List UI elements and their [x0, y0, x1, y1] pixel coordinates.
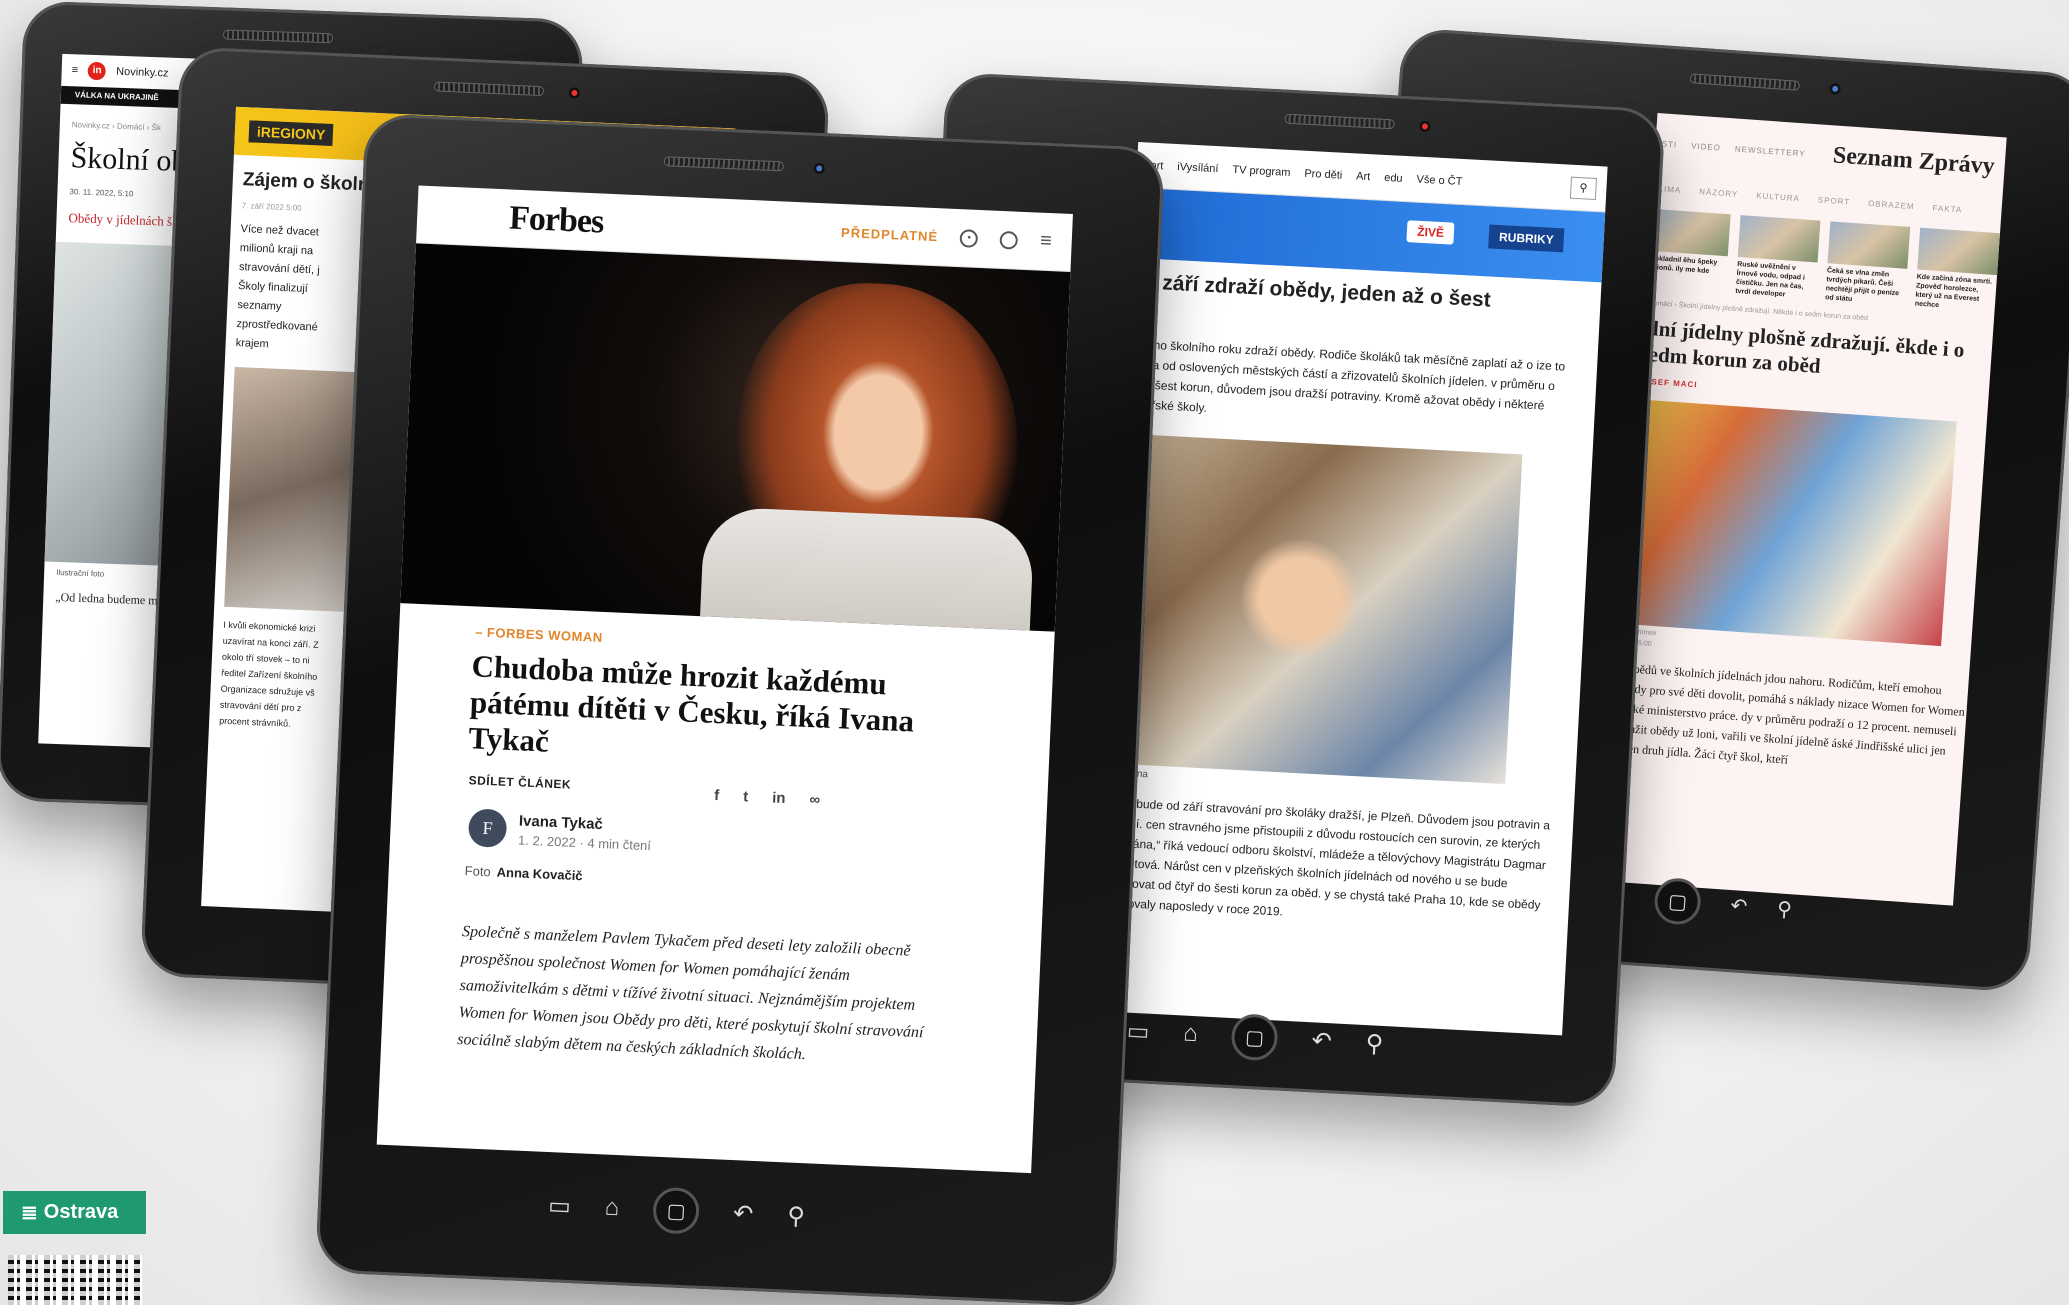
article-lead: nového školního roku zdraží obědy. Rodič… — [1124, 336, 1566, 415]
user-icon[interactable]: • — [959, 228, 979, 248]
forbes-screen: Forbes PŘEDPLATNÉ • ≡ – FORBES WOMAN Chu… — [376, 185, 1073, 1174]
tablet-nav-bar: ▭ ⌂ ▢ ↶ ⚲ — [547, 1182, 806, 1239]
article-body: y obědů ve školních jídelnách jdou nahor… — [1612, 660, 1966, 767]
search-icon[interactable] — [999, 230, 1019, 250]
live-button[interactable]: ŽIVĚ — [1406, 220, 1455, 245]
camera-lens — [1419, 120, 1431, 133]
portrait-jacket — [700, 506, 1035, 631]
share-buttons: f t in ∞ — [714, 787, 821, 809]
section-kicker[interactable]: – FORBES WOMAN — [475, 624, 603, 645]
related-article[interactable]: Čeká se vlna změn tvrdých pikarů. Češi n… — [1824, 221, 1911, 307]
share-label: SDÍLET ČLÁNEK — [468, 773, 572, 792]
related-title: vyskladnil ěhu špeky milionů. ily me kde — [1646, 254, 1718, 276]
list-icon: ≣ — [21, 1202, 38, 1224]
back-icon[interactable]: ↶ — [1730, 893, 1748, 919]
linkedin-icon[interactable]: in — [772, 789, 786, 807]
related-title: Kde začíná zóna smrti. Zpověď horolezce,… — [1914, 273, 1993, 310]
category-link[interactable]: SPORT — [1818, 195, 1851, 206]
tablet-forbes: Forbes PŘEDPLATNÉ • ≡ – FORBES WOMAN Chu… — [315, 113, 1165, 1305]
search-icon[interactable]: ⚲ — [1365, 1029, 1384, 1059]
nav-link[interactable]: edu — [1384, 171, 1403, 184]
subscribe-link[interactable]: PŘEDPLATNÉ — [841, 225, 939, 244]
nav-link[interactable]: Vše o ČT — [1416, 173, 1462, 187]
home-button[interactable]: ▢ — [652, 1186, 701, 1235]
article-body: t, kde bude od září stravování pro školá… — [1098, 795, 1551, 919]
related-title: Ruské uvěžnění v Írnově vodu, odpad i či… — [1735, 260, 1806, 299]
seznam-screen: ASTI VIDEO NEWSLETTERY Seznam Zprávy KLI… — [1603, 113, 2007, 906]
ct24-screen: Sport iVysílání TV program Pro děti Art … — [1092, 141, 1608, 1036]
avatar[interactable]: F — [467, 808, 508, 848]
back-icon[interactable]: ↶ — [733, 1199, 754, 1229]
thumbnail — [1647, 208, 1731, 257]
search-icon[interactable]: ⚲ — [1776, 896, 1792, 922]
nav-link[interactable]: NEWSLETTERY — [1735, 144, 1806, 158]
ostrava-badge[interactable]: ≣ Ostrava — [3, 1191, 146, 1234]
nav-link[interactable]: Art — [1356, 170, 1371, 183]
window-icon[interactable]: ▭ — [548, 1191, 572, 1221]
menu-icon[interactable]: ≡ — [1040, 230, 1053, 253]
home-icon[interactable]: ⌂ — [604, 1194, 620, 1223]
article-photo — [1105, 433, 1523, 785]
related-article[interactable]: Ruské uvěžnění v Írnově vodu, odpad i či… — [1735, 215, 1821, 301]
article-body: I kvůli ekonomické krizi uzavírat na kon… — [218, 619, 319, 729]
hero-photo — [400, 243, 1071, 632]
article-lead: Společně s manželem Pavlem Tykačem před … — [456, 923, 924, 1064]
qr-code[interactable] — [8, 1255, 142, 1305]
speaker-grille — [1284, 113, 1395, 130]
article-date: 1. 2. 2022 · 4 min čtení — [517, 832, 652, 854]
window-icon[interactable]: ▭ — [1126, 1016, 1150, 1046]
photographer: Anna Kovačič — [496, 864, 583, 884]
category-link[interactable]: FAKTA — [1932, 203, 1962, 214]
author-name[interactable]: Ivana Tykač — [519, 812, 604, 833]
photo-scene: ≡ in Novinky.cz VÁLKA NA UKRAJINĚ Novink… — [0, 0, 2069, 1305]
iregiony-logo[interactable]: iREGIONY — [248, 120, 334, 147]
article-photo — [224, 366, 355, 612]
nav-link[interactable]: iVysílání — [1177, 161, 1219, 175]
category-link[interactable]: OBRAZEM — [1868, 198, 1915, 210]
facebook-icon[interactable]: f — [714, 787, 720, 804]
thumbnail — [1737, 215, 1821, 263]
article-photo — [1621, 399, 1957, 647]
nav-link[interactable]: TV program — [1232, 163, 1291, 178]
nav-link[interactable]: Pro děti — [1304, 167, 1342, 181]
novinky-site-name: Novinky.cz — [115, 65, 169, 80]
camera-lens — [813, 162, 825, 175]
camera-lens — [568, 87, 581, 99]
related-title: Čeká se vlna změn tvrdých pikarů. Češi n… — [1824, 267, 1900, 304]
category-link[interactable]: KULTURA — [1756, 191, 1800, 203]
nav-link[interactable]: VIDEO — [1691, 141, 1721, 152]
home-button[interactable]: ▢ — [1230, 1013, 1279, 1062]
search-icon[interactable]: ⚲ — [1569, 176, 1598, 200]
thumbnail — [1917, 227, 2001, 276]
home-button[interactable]: ▢ — [1653, 876, 1703, 926]
seznam-logo[interactable]: Seznam Zprávy — [1832, 142, 1995, 180]
link-icon[interactable]: ∞ — [809, 791, 820, 808]
rubrics-button[interactable]: RUBRIKY — [1488, 224, 1565, 253]
speaker-grille — [663, 156, 784, 172]
speaker-grille — [433, 81, 545, 97]
related-article[interactable]: Kde začíná zóna smrti. Zpověď horolezce,… — [1914, 227, 2001, 314]
speaker-grille — [1689, 73, 1801, 91]
twitter-icon[interactable]: t — [743, 788, 749, 805]
thumbnail — [1827, 221, 1911, 269]
back-icon[interactable]: ↶ — [1311, 1026, 1333, 1056]
camera-lens — [1829, 82, 1842, 95]
home-icon[interactable]: ⌂ — [1183, 1020, 1199, 1049]
menu-icon[interactable]: ≡ — [72, 64, 79, 76]
category-link[interactable]: NÁZORY — [1699, 187, 1739, 199]
article-title: Chudoba může hrozit každému pátému dítět… — [467, 648, 915, 759]
photo-label: Foto — [464, 863, 492, 880]
novinky-logo[interactable]: in — [87, 61, 107, 81]
speaker-grille — [222, 29, 334, 44]
search-icon[interactable]: ⚲ — [787, 1201, 806, 1231]
photo-credit: Foto Anna Kovačič — [464, 863, 583, 883]
ostrava-label: Ostrava — [43, 1201, 119, 1223]
article-lead: Více než dvacet milionů kraji na stravov… — [235, 223, 320, 351]
related-articles: vyskladnil ěhu špeky milionů. ily me kde… — [1645, 208, 2001, 314]
forbes-logo[interactable]: Forbes — [508, 199, 604, 241]
